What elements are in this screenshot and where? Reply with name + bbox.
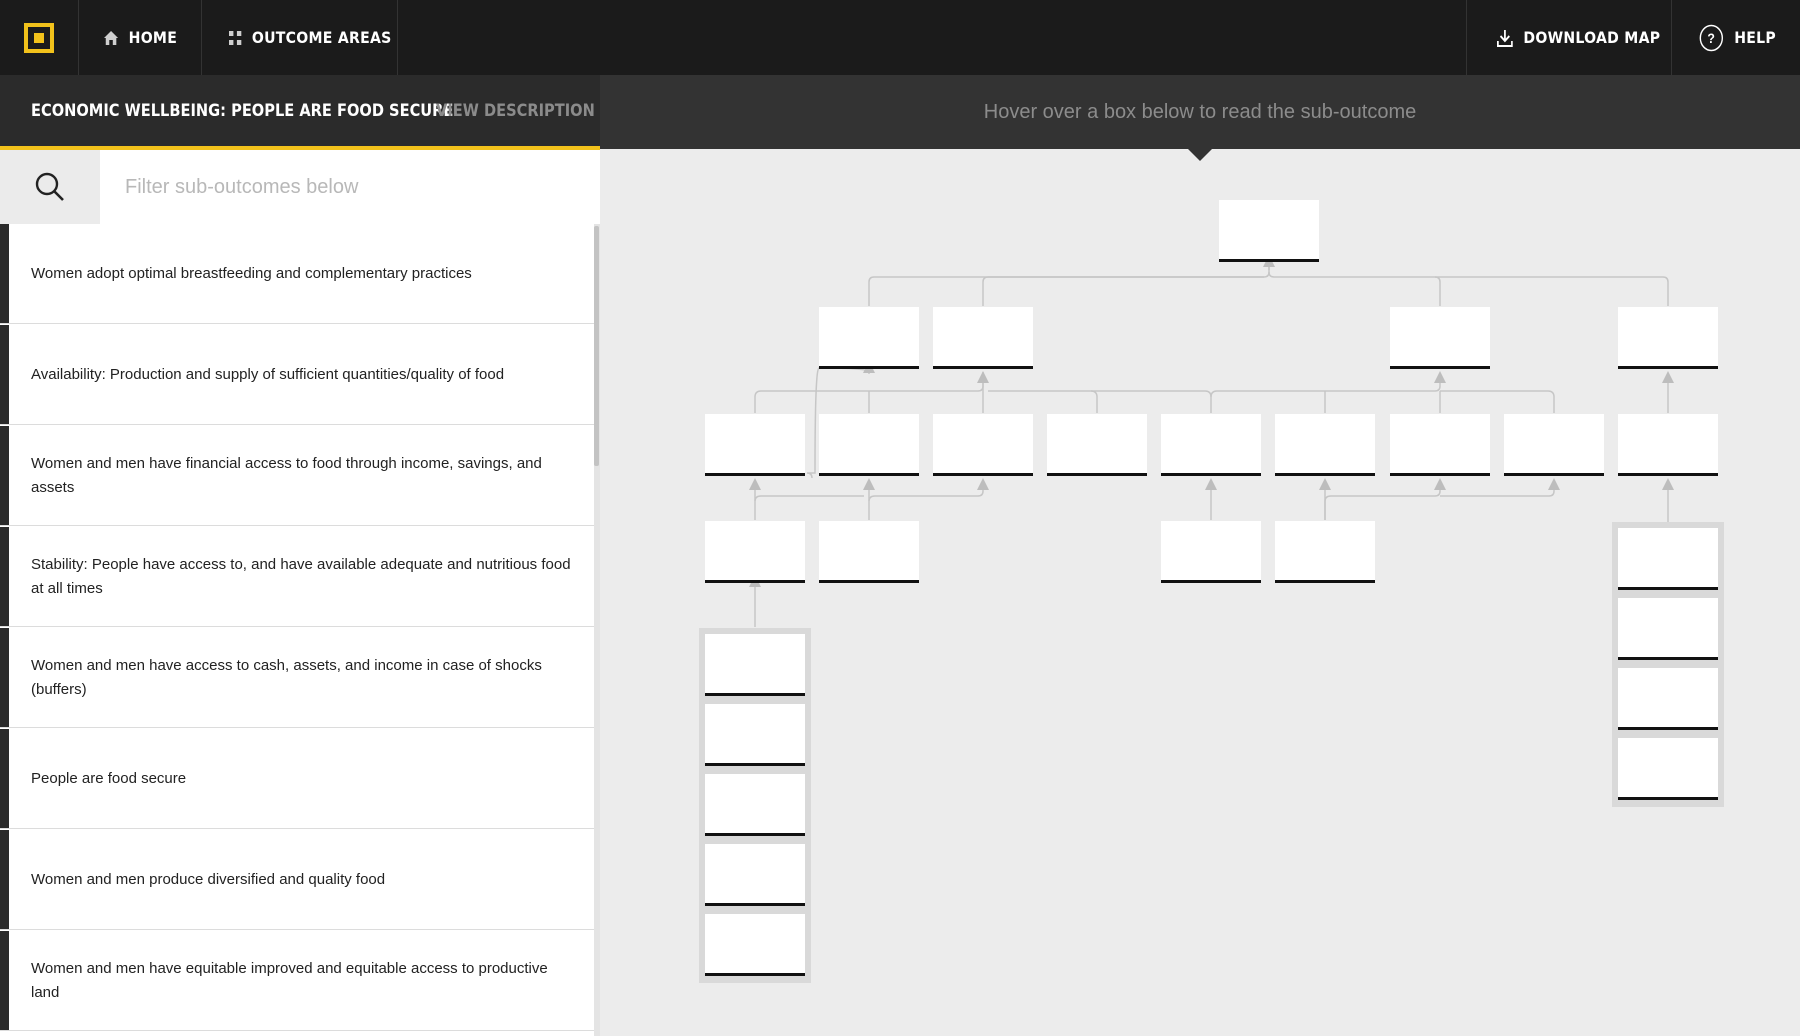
download-map-label: DOWNLOAD MAP [1523,28,1661,47]
map-box[interactable] [1390,307,1490,369]
help-symbol: ? [1707,30,1715,46]
filter-bar [0,150,600,224]
list-item-text: Availability: Production and supply of s… [31,365,505,383]
map-box[interactable] [1161,521,1261,583]
list-item[interactable]: Availability: Production and supply of s… [0,325,594,425]
outcome-title: ECONOMIC WELLBEING: PEOPLE ARE FOOD SECU… [31,100,454,121]
map-box[interactable] [705,634,805,696]
home-icon [104,30,119,45]
list-item-text: Women and men produce diversified and qu… [31,870,386,888]
help-icon: ? [1699,24,1724,51]
map-box[interactable] [1618,307,1718,369]
map-box[interactable] [933,414,1033,476]
nav-outcome-areas-label: OUTCOME AREAS [251,28,392,47]
download-icon [1497,29,1513,47]
list-item-text: Women and men have equitable improved an… [31,959,548,1001]
map-box[interactable] [1618,598,1718,660]
list-item[interactable]: Stability: People have access to, and ha… [0,527,594,627]
list-item[interactable]: Women and men have financial access to f… [0,426,594,526]
grid-icon [229,30,242,45]
map-hint: Hover over a box below to read the sub-o… [983,100,1417,123]
list-item-text: Stability: People have access to, and ha… [31,555,571,597]
map-box[interactable] [1618,528,1718,590]
map-box[interactable] [1618,738,1718,800]
top-nav-bar: HOME OUTCOME AREAS DOWNLOAD MAP ? HELP [0,0,1800,75]
download-map-button[interactable]: DOWNLOAD MAP [1497,0,1660,75]
map-box[interactable] [819,414,919,476]
map-box[interactable] [1390,414,1490,476]
map-box[interactable] [705,774,805,836]
map-box[interactable] [1275,521,1375,583]
list-item[interactable]: Women adopt optimal breastfeeding and co… [0,224,594,324]
map-box[interactable] [1047,414,1147,476]
outcome-header: ECONOMIC WELLBEING: PEOPLE ARE FOOD SECU… [0,75,600,146]
map-box-root[interactable] [1219,200,1319,262]
map-box[interactable] [933,307,1033,369]
map-box[interactable] [1275,414,1375,476]
outcome-map [600,149,1800,1036]
help-button[interactable]: ? HELP [1699,0,1776,75]
list-item-text: Women and men have financial access to f… [31,454,542,496]
logo-link[interactable] [0,0,79,75]
view-description-link[interactable]: VIEW DESCRIPTION [436,75,595,146]
list-item-text: Women and men have access to cash, asset… [31,656,542,698]
map-box[interactable] [705,844,805,906]
list-item[interactable]: Women and men produce diversified and qu… [0,830,594,930]
map-box[interactable] [819,307,919,369]
list-item[interactable]: People are food secure [0,729,594,829]
list-scrollbar-thumb[interactable] [594,226,599,466]
map-box[interactable] [705,704,805,766]
search-button[interactable] [0,150,100,224]
map-box[interactable] [705,914,805,976]
list-item-text: Women adopt optimal breastfeeding and co… [31,264,472,282]
search-icon [35,172,64,201]
sub-outcome-list: Women adopt optimal breastfeeding and co… [0,224,600,1036]
list-item[interactable]: Women and men have equitable improved an… [0,931,594,1031]
nav-outcome-areas[interactable]: OUTCOME AREAS [229,0,392,75]
map-box[interactable] [1618,414,1718,476]
map-box[interactable] [819,521,919,583]
map-box[interactable] [705,521,805,583]
map-box[interactable] [1504,414,1604,476]
list-item[interactable]: Women and men have access to cash, asset… [0,628,594,728]
map-box[interactable] [705,414,805,476]
nav-home[interactable]: HOME [104,0,177,75]
map-box[interactable] [1618,668,1718,730]
help-label: HELP [1734,28,1776,47]
nav-home-label: HOME [128,28,178,47]
map-box[interactable] [1161,414,1261,476]
list-item-text: People are food secure [31,769,187,787]
filter-input[interactable] [100,150,600,224]
logo [24,23,54,53]
map-hint-bar: Hover over a box below to read the sub-o… [600,75,1800,161]
